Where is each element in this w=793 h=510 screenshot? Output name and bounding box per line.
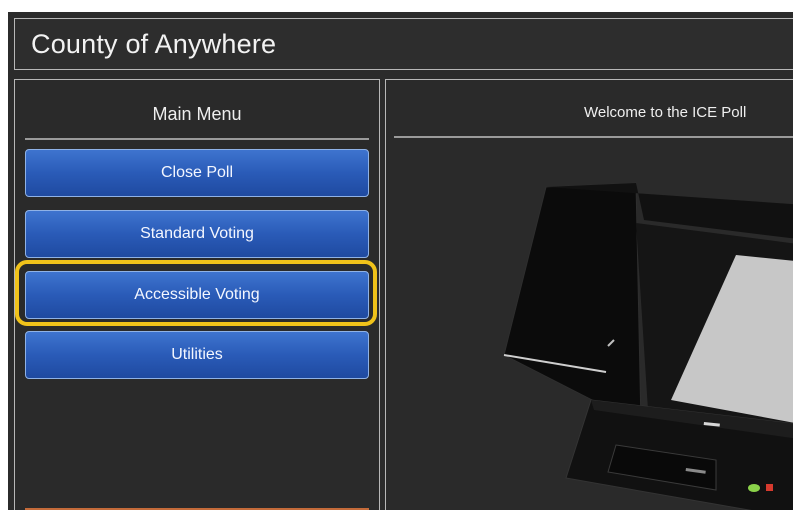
menu-divider bbox=[25, 138, 369, 140]
main-menu-panel: Main Menu Close Poll Standard Voting Acc… bbox=[14, 79, 380, 510]
utilities-button[interactable]: Utilities bbox=[25, 331, 369, 379]
voting-terminal-screen: County of Anywhere Main Menu Close Poll … bbox=[8, 12, 793, 510]
title-bar: County of Anywhere bbox=[14, 18, 793, 70]
county-title: County of Anywhere bbox=[31, 29, 277, 59]
accessible-voting-button[interactable]: Accessible Voting bbox=[25, 271, 369, 319]
main-menu-heading: Main Menu bbox=[152, 104, 242, 124]
voting-machine-image bbox=[503, 182, 793, 510]
welcome-panel: Welcome to the ICE Poll bbox=[385, 79, 793, 510]
standard-voting-button[interactable]: Standard Voting bbox=[25, 210, 369, 258]
close-poll-button[interactable]: Close Poll bbox=[25, 149, 369, 197]
